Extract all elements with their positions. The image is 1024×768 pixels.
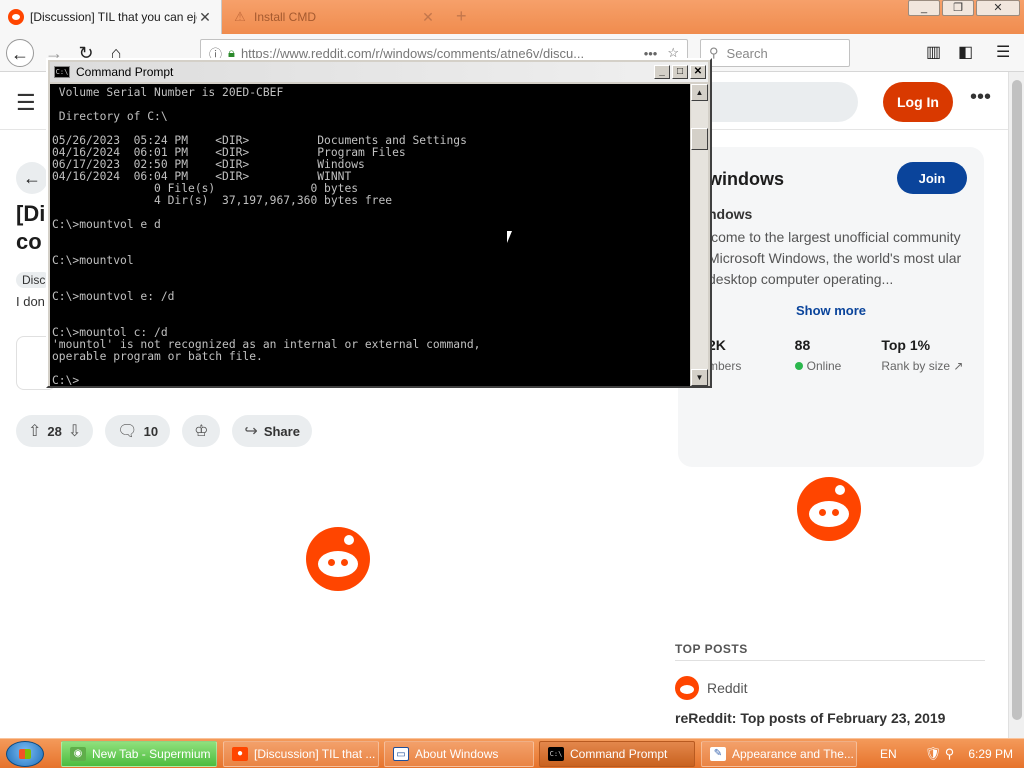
back-arrow-icon[interactable]: ←: [6, 39, 34, 67]
window-controls: _ ❐ ✕: [908, 0, 1020, 16]
new-tab-icon[interactable]: +: [456, 6, 467, 27]
vote-button-group[interactable]: ⇧ 28 ⇩: [16, 415, 94, 447]
community-description: lcome to the largest unofficial communit…: [708, 229, 962, 287]
share-label: Share: [263, 423, 300, 439]
warning-icon: ⚠: [234, 9, 246, 24]
menu-icon[interactable]: ☰: [996, 42, 1010, 62]
cmd-output: Volume Serial Number is 20ED-CBEF Direct…: [52, 86, 481, 387]
reddit-avatar-icon: [675, 676, 699, 700]
scroll-up-icon[interactable]: ▲: [691, 84, 708, 101]
top-posts-heading: TOP POSTS: [675, 642, 748, 656]
scroll-down-icon[interactable]: ▼: [691, 369, 708, 386]
back-icon[interactable]: ←: [16, 162, 48, 194]
comments-button[interactable]: 🗨︎ 10: [105, 415, 171, 447]
join-button[interactable]: Join: [897, 162, 967, 194]
top-posts-source[interactable]: Reddit: [675, 676, 747, 700]
top-post-title[interactable]: reReddit: Top posts of February 23, 2019: [675, 710, 945, 726]
stat-members: 2K mbers: [708, 337, 742, 373]
mouse-cursor-icon: [506, 230, 518, 246]
taskbar-item-appearance[interactable]: ✎ Appearance and The...: [701, 741, 857, 767]
start-button[interactable]: [6, 741, 44, 767]
clock[interactable]: 6:29 PM: [968, 747, 1013, 761]
taskbar-item-reddit[interactable]: ● [Discussion] TIL that ...: [223, 741, 379, 767]
reddit-search-bar[interactable]: [690, 82, 858, 122]
downvote-icon[interactable]: ⇩: [68, 421, 81, 441]
window-icon: ▭: [393, 747, 409, 761]
post-title: [Di co: [16, 201, 46, 254]
tab-title: [Discussion] TIL that you can eject: [30, 10, 197, 24]
cmd-minimize-button[interactable]: _: [654, 65, 670, 79]
close-window-button[interactable]: ✕: [976, 0, 1020, 16]
scrollbar-thumb[interactable]: [1012, 80, 1022, 720]
cmd-window-controls: _ □ ✕: [654, 65, 706, 79]
community-name[interactable]: windows: [708, 169, 784, 190]
post-actions: ⇧ 28 ⇩ 🗨︎ 10 ♔ ↪ Share: [16, 415, 312, 447]
comment-count: 10: [143, 423, 159, 439]
cmd-scrollbar[interactable]: ▲ ▼: [691, 84, 708, 386]
hamburger-menu-icon[interactable]: ☰: [16, 90, 36, 116]
online-dot-icon: [794, 362, 803, 370]
login-button[interactable]: Log In: [883, 82, 953, 122]
top-posts-divider: [675, 660, 985, 661]
vote-count: 28: [47, 423, 62, 439]
share-icon: ↪: [244, 423, 258, 440]
post-body: I don: [16, 294, 45, 309]
maximize-button[interactable]: ❐: [942, 0, 974, 16]
library-icon[interactable]: ▥: [926, 42, 941, 62]
award-button[interactable]: ♔: [182, 415, 221, 447]
tray-icons[interactable]: 🛡︎ ⚲: [925, 746, 955, 762]
stat-rank: Top 1% Rank by size ↗: [881, 337, 964, 373]
close-tab-icon[interactable]: ✕: [420, 9, 436, 26]
community-stats: 2K mbers 88 Online Top 1% Rank by size ↗: [708, 337, 968, 373]
community-sidebar: windows Join ndows lcome to the largest …: [678, 147, 984, 467]
show-more-button[interactable]: Show more: [678, 303, 984, 318]
tab-install-cmd[interactable]: ⚠ Install CMD ✕: [224, 0, 444, 34]
reddit-snoo-icon: [306, 527, 370, 591]
cmd-console[interactable]: Volume Serial Number is 20ED-CBEF Direct…: [50, 84, 690, 386]
sidebar-toggle-icon[interactable]: ◧: [958, 42, 973, 62]
search-input[interactable]: ⚲ Search: [700, 39, 850, 67]
source-name: Reddit: [707, 680, 748, 696]
cmd-title: Command Prompt: [76, 65, 174, 79]
page-scrollbar[interactable]: [1008, 72, 1024, 738]
upvote-icon[interactable]: ⇧: [28, 421, 41, 441]
cmd-close-button[interactable]: ✕: [690, 65, 706, 79]
browser-tab-bar: [Discussion] TIL that you can eject ✕ ⚠ …: [0, 0, 1024, 34]
more-options-icon[interactable]: •••: [970, 86, 991, 109]
taskbar-item-about-windows[interactable]: ▭ About Windows: [384, 741, 534, 767]
taskbar-item-command-prompt[interactable]: C:\ Command Prompt: [539, 741, 695, 767]
share-button[interactable]: ↪ Share: [232, 415, 312, 447]
reddit-favicon-icon: [8, 9, 24, 25]
cmd-maximize-button[interactable]: □: [672, 65, 688, 79]
external-link-icon[interactable]: ↗: [953, 359, 963, 373]
tab-title: Install CMD: [254, 10, 317, 24]
comment-icon: 🗨︎: [117, 423, 138, 440]
reddit-snoo-icon: [797, 477, 861, 541]
taskbar-item-new-tab[interactable]: ◉ New Tab - Supermium: [61, 741, 217, 767]
language-indicator[interactable]: EN: [880, 747, 897, 761]
reddit-icon: ●: [232, 747, 248, 761]
cmd-title-bar[interactable]: C:\ Command Prompt _ □ ✕: [50, 62, 708, 82]
minimize-button[interactable]: _: [908, 0, 940, 16]
cmd-icon: C:\: [54, 66, 70, 78]
stat-online: 88 Online: [794, 337, 842, 373]
community-subtitle: ndows: [708, 206, 753, 222]
browser-icon: ◉: [70, 747, 86, 761]
search-placeholder: Search: [726, 45, 768, 61]
control-panel-icon: ✎: [710, 747, 726, 761]
cmd-scroll-thumb[interactable]: [691, 128, 708, 150]
cmd-icon: C:\: [548, 747, 564, 761]
close-tab-icon[interactable]: ✕: [197, 9, 213, 26]
tab-reddit-discussion[interactable]: [Discussion] TIL that you can eject ✕: [0, 0, 222, 34]
system-tray: EN 🛡︎ ⚲ 6:29 PM: [868, 741, 1024, 767]
award-icon: ♔: [194, 423, 209, 440]
command-prompt-window[interactable]: C:\ Command Prompt _ □ ✕ Volume Serial N…: [46, 58, 712, 388]
taskbar: ◉ New Tab - Supermium ● [Discussion] TIL…: [0, 738, 1024, 768]
